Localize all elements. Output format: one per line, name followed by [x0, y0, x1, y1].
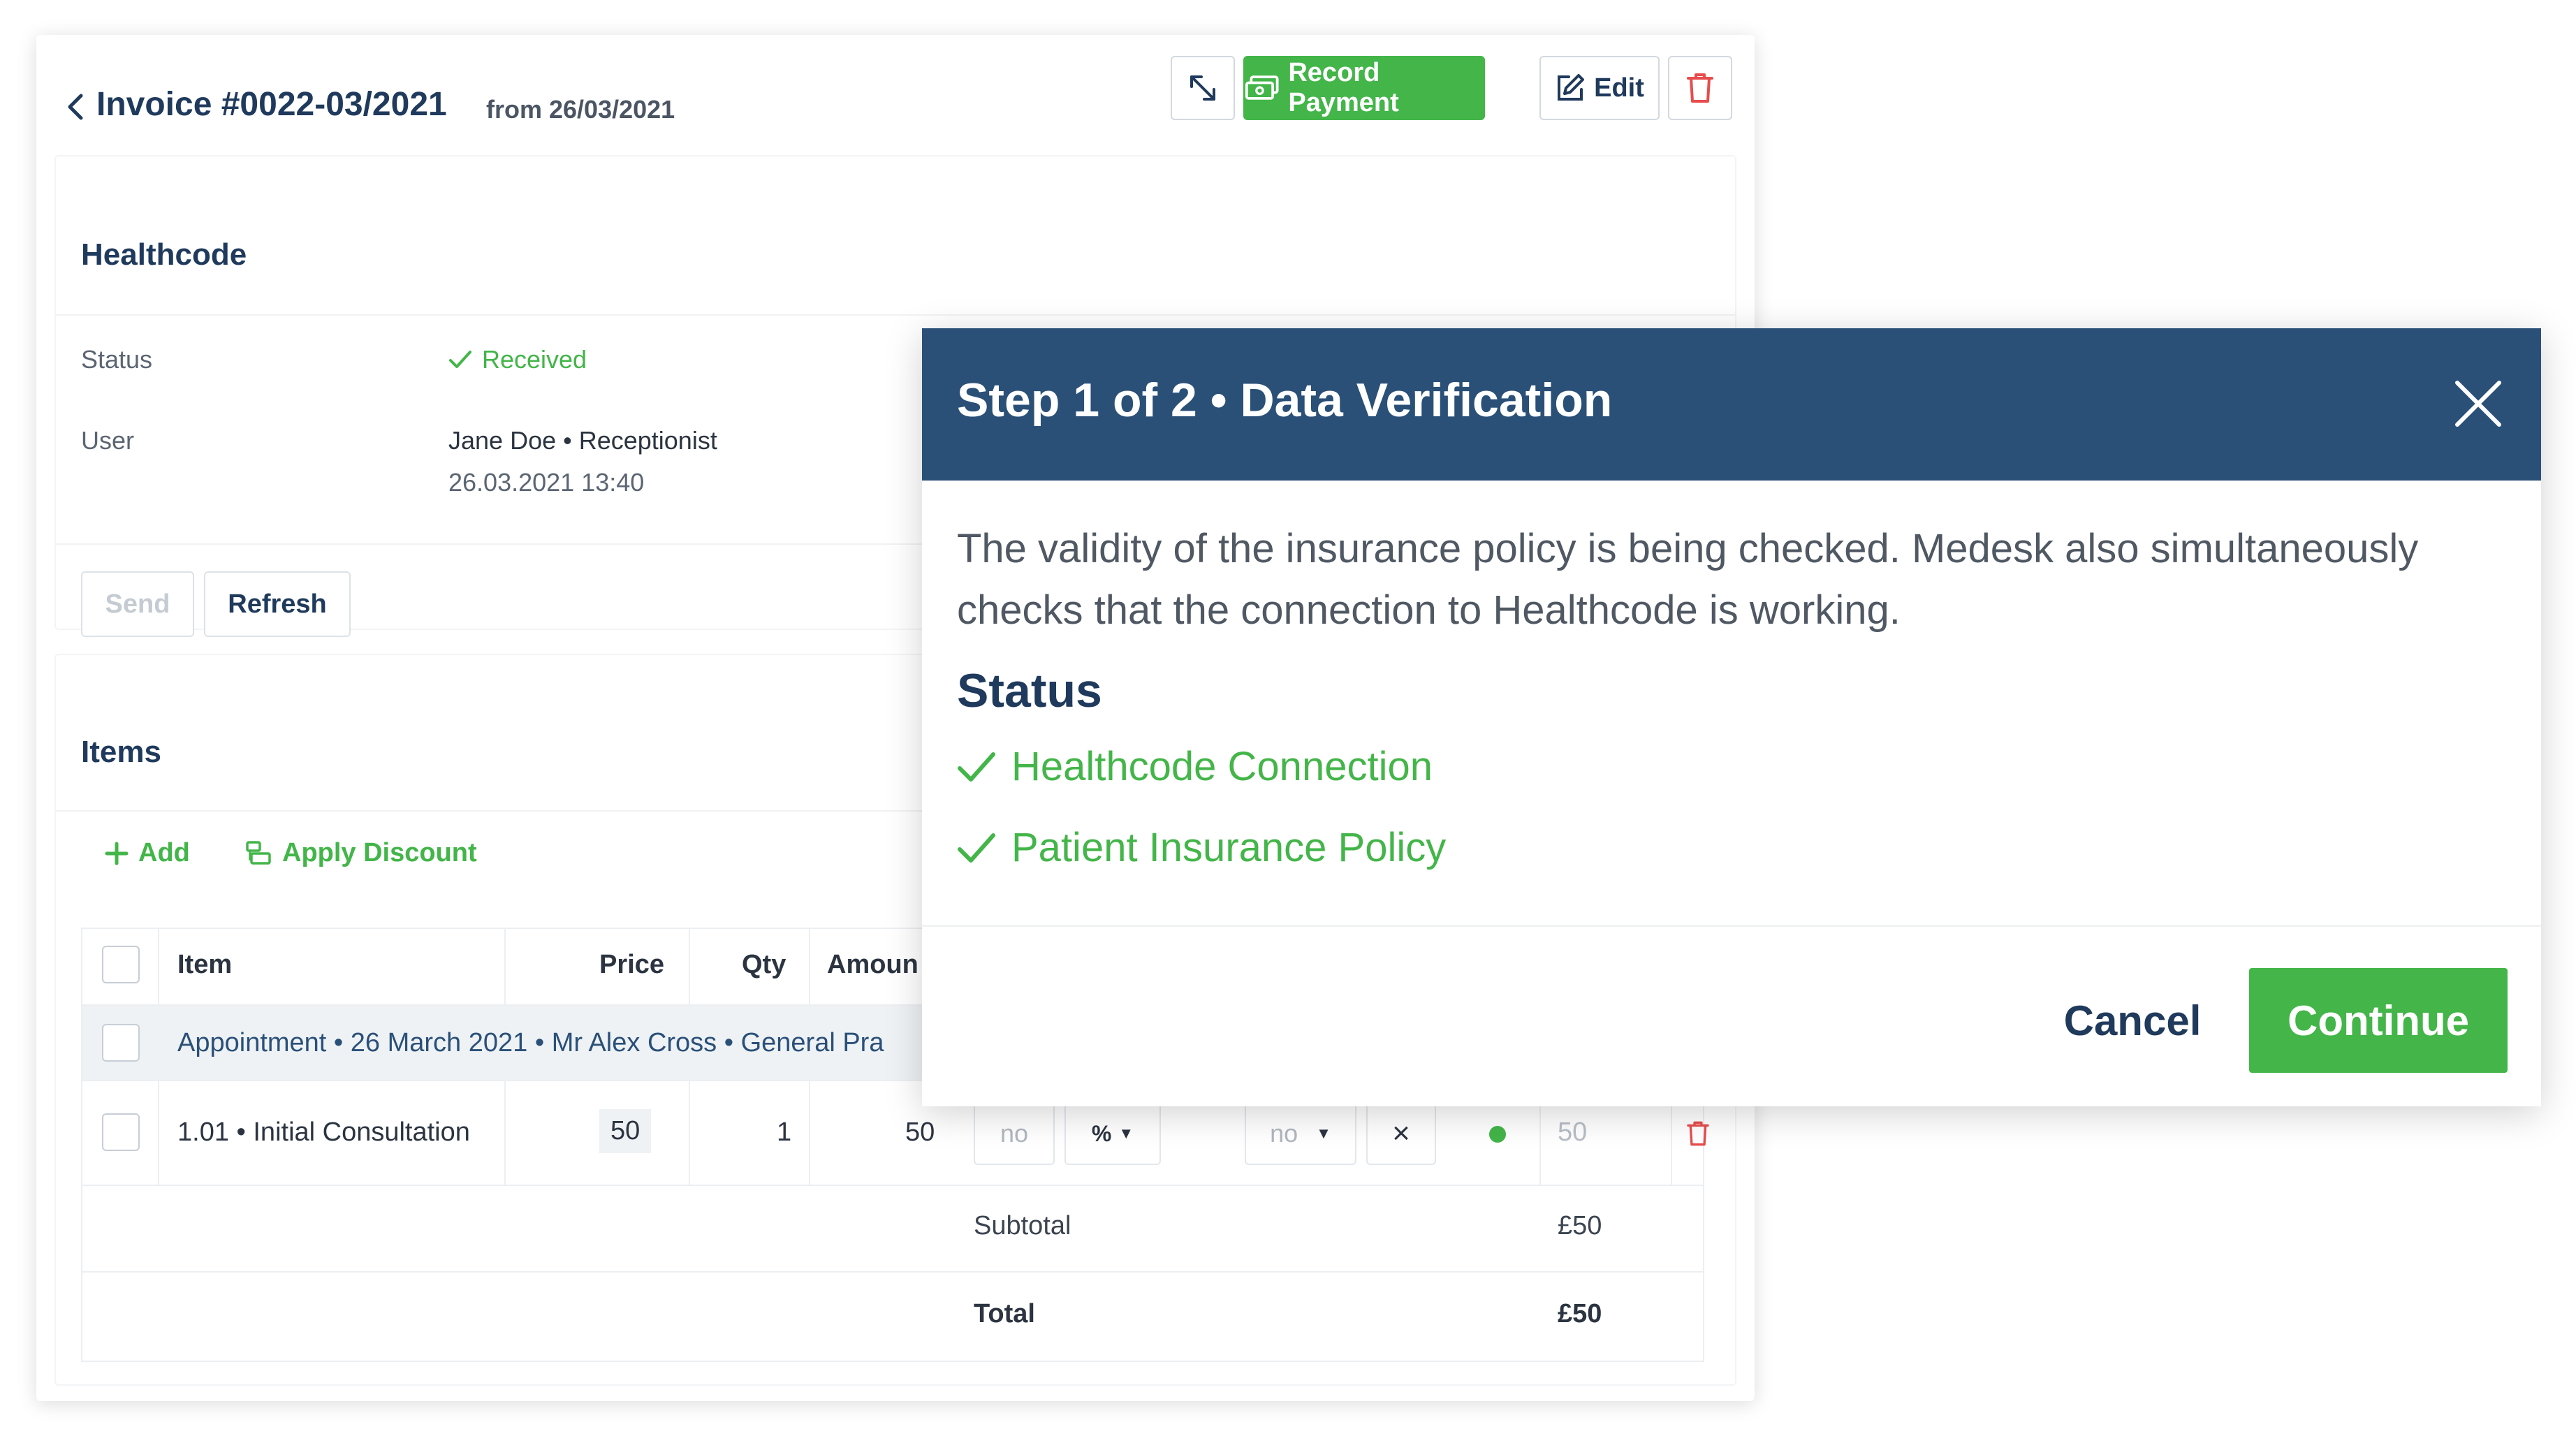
plus-icon	[105, 842, 129, 865]
close-button[interactable]	[2445, 370, 2512, 437]
line-checkbox[interactable]	[102, 1113, 140, 1151]
send-button[interactable]: Send	[81, 571, 194, 637]
check-patient-insurance-policy: Patient Insurance Policy	[957, 824, 1446, 871]
cash-icon	[1245, 75, 1279, 100]
subtotal-value: £50	[1558, 1211, 1602, 1240]
data-verification-modal: Step 1 of 2 • Data Verification The vali…	[922, 328, 2541, 1106]
divider	[922, 925, 2541, 927]
items-title: Items	[81, 735, 161, 769]
cancel-button[interactable]: Cancel	[2045, 968, 2220, 1073]
col-price: Price	[599, 950, 664, 979]
user-time: 26.03.2021 13:40	[448, 468, 645, 497]
group-checkbox[interactable]	[102, 1024, 140, 1062]
continue-button[interactable]: Continue	[2249, 968, 2508, 1073]
clear-button[interactable]: ×	[1366, 1102, 1436, 1165]
delete-line-button[interactable]	[1686, 1120, 1710, 1150]
discount-unit-value: %	[1091, 1120, 1112, 1146]
total-label: Total	[974, 1299, 1035, 1328]
expand-button[interactable]	[1171, 56, 1235, 120]
line-amount: 50	[905, 1118, 935, 1147]
edit-label: Edit	[1594, 73, 1644, 103]
select-all-checkbox[interactable]	[102, 946, 140, 983]
total-value: £50	[1558, 1299, 1602, 1328]
status-label: Status	[81, 345, 153, 374]
status-dot-icon	[1489, 1126, 1506, 1143]
line-price[interactable]: 50	[599, 1109, 652, 1153]
appointment-group-label[interactable]: Appointment • 26 March 2021 • Mr Alex Cr…	[177, 1028, 884, 1058]
record-payment-label: Record Payment	[1288, 58, 1399, 117]
col-amount: Amoun	[827, 950, 919, 979]
caret-down-icon: ▼	[1316, 1124, 1331, 1142]
check-healthcode-connection: Healthcode Connection	[957, 743, 1433, 790]
col-divider	[158, 1081, 159, 1185]
invoice-title: Invoice #0022-03/2021	[96, 86, 447, 123]
refresh-button[interactable]: Refresh	[204, 571, 351, 637]
tax-value: no	[1270, 1119, 1298, 1148]
col-item: Item	[177, 950, 233, 979]
row-divider	[82, 1271, 1703, 1273]
trash-icon	[1687, 73, 1713, 103]
tax-select[interactable]: no ▼	[1245, 1102, 1356, 1165]
status-text: Received	[482, 345, 587, 374]
apply-discount-button[interactable]: Apply Discount	[244, 838, 477, 868]
discount-unit-select[interactable]: % ▼	[1064, 1102, 1161, 1165]
line-item-name: 1.01 • Initial Consultation	[177, 1118, 470, 1147]
add-label: Add	[138, 838, 190, 867]
row-divider	[82, 1185, 1703, 1186]
user-name: Jane Doe • Receptionist	[448, 426, 717, 455]
modal-description: The validity of the insurance policy is …	[957, 526, 2419, 633]
col-divider	[158, 929, 159, 1004]
delete-invoice-button[interactable]	[1668, 56, 1732, 120]
record-payment-button[interactable]: Record Payment	[1243, 56, 1485, 120]
col-qty: Qty	[742, 950, 786, 979]
check-label: Patient Insurance Policy	[1011, 825, 1447, 870]
check-icon	[958, 833, 995, 863]
status-value: Received	[448, 345, 587, 374]
check-label: Healthcode Connection	[1011, 744, 1433, 789]
healthcode-title: Healthcode	[81, 237, 247, 272]
invoice-date: from 26/03/2021	[486, 95, 675, 124]
line-final-price: 50	[1558, 1118, 1588, 1147]
check-icon	[958, 752, 995, 782]
discount-icon	[246, 840, 271, 865]
close-icon	[2455, 381, 2501, 427]
check-icon	[449, 351, 471, 368]
user-label: User	[81, 426, 135, 455]
discount-label: Apply Discount	[282, 838, 477, 867]
caret-down-icon: ▼	[1118, 1124, 1134, 1142]
expand-arrows-icon	[1190, 75, 1215, 101]
edit-button[interactable]: Edit	[1539, 56, 1660, 120]
modal-title: Step 1 of 2 • Data Verification	[957, 374, 1613, 427]
add-item-button[interactable]: Add	[105, 838, 190, 868]
divider	[56, 314, 1735, 316]
line-qty[interactable]: 1	[777, 1118, 791, 1148]
subtotal-label: Subtotal	[974, 1211, 1071, 1240]
modal-header: Step 1 of 2 • Data Verification	[922, 328, 2541, 481]
trash-icon	[1687, 1121, 1709, 1146]
status-heading: Status	[957, 664, 1102, 717]
edit-icon	[1558, 74, 1585, 101]
discount-value-field[interactable]: no	[974, 1102, 1055, 1165]
